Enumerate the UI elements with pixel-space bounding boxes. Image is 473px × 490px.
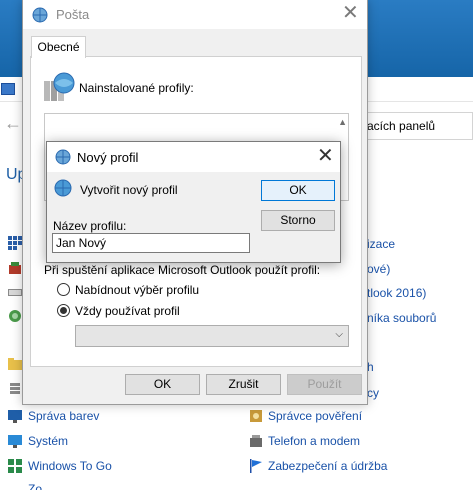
- grid-icon[interactable]: [8, 236, 22, 250]
- new-profile-ok-button[interactable]: OK: [261, 180, 335, 201]
- system-icon: [8, 435, 22, 448]
- mail-globe-icon: [55, 149, 71, 165]
- installed-profiles-label: Nainstalované profily:: [79, 81, 194, 95]
- color-icon: [8, 410, 22, 423]
- ok-button[interactable]: OK: [125, 374, 200, 395]
- link-phone-modem[interactable]: Telefon a modem: [268, 434, 360, 448]
- programs-icon[interactable]: [8, 261, 22, 275]
- link-color-management[interactable]: Správa barev: [28, 409, 99, 423]
- network-icon[interactable]: [8, 309, 22, 323]
- folder-icon[interactable]: [8, 357, 22, 371]
- radio-prompt-profile[interactable]: [57, 283, 70, 296]
- startup-profile-label: Při spuštění aplikace Microsoft Outlook …: [44, 263, 321, 277]
- link-windows-to-go[interactable]: Windows To Go: [28, 459, 112, 473]
- tab-general[interactable]: Obecné: [31, 36, 86, 58]
- link-partial-4[interactable]: níka souborů: [367, 311, 436, 325]
- new-profile-title-bar[interactable]: Nový profil ✕: [47, 142, 340, 172]
- storage-icon[interactable]: [8, 382, 22, 396]
- new-profile-cancel-button[interactable]: Storno: [261, 210, 335, 231]
- link-partial-5[interactable]: h: [367, 360, 374, 374]
- keyboard-icon[interactable]: [8, 285, 22, 299]
- link-partial-1[interactable]: izace: [367, 237, 395, 251]
- profile-name-input[interactable]: Jan Nový: [52, 233, 250, 253]
- new-profile-title: Nový profil: [77, 150, 139, 165]
- search-placeholder: acích panelů: [367, 119, 436, 133]
- mail-globe-icon: [32, 7, 48, 23]
- link-partial-2[interactable]: ové): [367, 262, 390, 276]
- mail-title-bar[interactable]: Pošta ✕: [23, 0, 367, 29]
- mail-close-button[interactable]: ✕: [342, 3, 359, 23]
- cancel-button[interactable]: Zrušit: [206, 374, 281, 395]
- link-system[interactable]: Systém: [28, 434, 68, 448]
- new-profile-dialog: Nový profil ✕ Vytvořit nový profil OK St…: [46, 141, 341, 263]
- credential-icon: [250, 410, 262, 422]
- radio-always-use-profile[interactable]: [57, 304, 70, 317]
- link-security-maintenance[interactable]: Zabezpečení a údržba: [268, 459, 387, 473]
- scroll-up-icon[interactable]: ▲: [338, 117, 347, 127]
- control-panel-icon: [1, 83, 15, 95]
- new-profile-close-button[interactable]: ✕: [317, 146, 334, 166]
- link-partial-6[interactable]: cy: [367, 386, 379, 400]
- create-new-profile-label: Vytvořit nový profil: [80, 183, 178, 197]
- radio-prompt-label[interactable]: Nabídnout výběr profilu: [75, 283, 199, 297]
- windows-icon: [8, 459, 22, 473]
- link-cut-off[interactable]: Zo: [28, 482, 42, 490]
- phone-icon: [250, 435, 262, 447]
- profile-select[interactable]: ⌵: [75, 325, 349, 347]
- mail-dialog-title: Pošta: [56, 7, 90, 22]
- new-profile-icon: [54, 179, 72, 197]
- profiles-icon: [44, 72, 75, 101]
- profile-name-label: Název profilu:: [53, 219, 127, 233]
- flag-icon: [250, 459, 262, 473]
- back-arrow-icon[interactable]: ←: [4, 113, 22, 134]
- apply-button[interactable]: Použít: [287, 374, 362, 395]
- radio-always-label[interactable]: Vždy používat profil: [75, 304, 180, 318]
- link-credential-manager[interactable]: Správce pověření: [268, 409, 362, 423]
- chevron-down-icon: ⌵: [335, 329, 343, 340]
- link-partial-3[interactable]: tlook 2016): [367, 286, 426, 300]
